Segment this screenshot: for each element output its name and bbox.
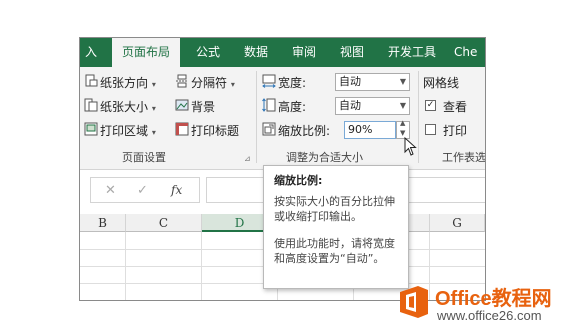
tab-formulas[interactable]: 公式 bbox=[188, 38, 228, 67]
background-icon bbox=[175, 99, 189, 111]
checkmark-icon: ✓ bbox=[426, 100, 435, 110]
width-value: 自动 bbox=[339, 75, 361, 88]
tab-data[interactable]: 数据 bbox=[236, 38, 276, 67]
gridlines-label: 网格线 bbox=[423, 76, 460, 90]
gridlines-view-checkbox[interactable]: ✓ bbox=[425, 100, 436, 111]
tab-review[interactable]: 审阅 bbox=[284, 38, 324, 67]
page-setup-group-label: 页面设置 bbox=[122, 151, 166, 164]
sheet-options-group-label: 工作表选 bbox=[442, 151, 486, 164]
watermark: Office教程网 www.office26.com bbox=[393, 280, 562, 330]
column-header-c[interactable]: C bbox=[126, 214, 202, 232]
orientation-button[interactable]: 纸张方向 ▾ bbox=[100, 74, 156, 91]
grid-col-line bbox=[125, 232, 126, 300]
chevron-down-icon: ▾ bbox=[230, 80, 235, 89]
spin-up-icon[interactable]: ▲ bbox=[400, 119, 405, 127]
width-label: 宽度: bbox=[278, 76, 307, 90]
ribbon: 纸张方向 ▾ 分隔符 ▾ 纸张大小 ▾ 背景 打印区域 ▾ 打印标题 页面设置 bbox=[80, 67, 485, 170]
size-button[interactable]: 纸张大小 ▾ bbox=[100, 98, 156, 115]
gridlines-view-label: 查看 bbox=[443, 100, 468, 114]
tab-view[interactable]: 视图 bbox=[332, 38, 372, 67]
chevron-down-icon: ▼ bbox=[399, 101, 406, 110]
scale-to-fit-group-label: 调整为合适大小 bbox=[286, 151, 363, 164]
watermark-brand: Office教程网 bbox=[435, 288, 552, 310]
size-label: 纸张大小 bbox=[100, 100, 149, 114]
orientation-label: 纸张方向 bbox=[100, 76, 149, 90]
print-titles-icon bbox=[175, 122, 189, 136]
insert-function-button[interactable]: fx bbox=[171, 183, 182, 197]
breaks-icon bbox=[176, 74, 188, 88]
tooltip-description: 按实际大小的百分比拉伸或收缩打印输出。 bbox=[274, 195, 395, 223]
breaks-label: 分隔符 bbox=[191, 76, 228, 90]
column-header-g[interactable]: G bbox=[430, 214, 485, 232]
height-icon bbox=[262, 98, 276, 112]
scale-label: 缩放比例: bbox=[278, 124, 331, 138]
size-icon bbox=[84, 98, 98, 112]
print-area-button[interactable]: 打印区域 ▾ bbox=[100, 122, 156, 139]
tab-developer[interactable]: 开发工具 bbox=[380, 38, 444, 67]
height-label: 高度: bbox=[278, 100, 307, 114]
office-logo-icon bbox=[400, 286, 428, 318]
orientation-icon bbox=[85, 74, 98, 87]
mouse-cursor-icon bbox=[404, 137, 417, 156]
width-select[interactable]: 自动 ▼ bbox=[335, 73, 410, 91]
height-select[interactable]: 自动 ▼ bbox=[335, 97, 410, 115]
group-separator bbox=[256, 71, 257, 163]
tooltip-usage-note: 使用此功能时，请将宽度和高度设置为“自动”。 bbox=[274, 237, 395, 265]
chevron-down-icon: ▾ bbox=[151, 80, 156, 89]
background-button[interactable]: 背景 bbox=[191, 98, 215, 115]
cancel-icon[interactable]: ✕ bbox=[105, 183, 116, 198]
tooltip-title: 缩放比例: bbox=[274, 174, 323, 187]
column-header-b[interactable]: B bbox=[80, 214, 126, 232]
chevron-down-icon: ▾ bbox=[151, 104, 156, 113]
grid-col-line bbox=[201, 232, 202, 300]
spin-down-icon[interactable]: ▼ bbox=[400, 129, 405, 137]
gridlines-print-label: 打印 bbox=[443, 124, 468, 138]
formula-buttons: ✕ ✓ fx bbox=[90, 177, 200, 203]
scale-tooltip: 缩放比例: 按实际大小的百分比拉伸或收缩打印输出。 使用此功能时，请将宽度和高度… bbox=[263, 165, 409, 289]
watermark-url: www.office26.com bbox=[437, 308, 542, 323]
height-value: 自动 bbox=[339, 99, 361, 112]
ribbon-tab-bar: 入 页面布局 公式 数据 审阅 视图 开发工具 Che bbox=[80, 38, 485, 68]
tab-page-layout[interactable]: 页面布局 bbox=[112, 38, 180, 68]
scale-icon bbox=[262, 122, 276, 136]
tab-che[interactable]: Che bbox=[454, 38, 485, 67]
gridlines-print-checkbox[interactable] bbox=[425, 124, 436, 135]
scale-input[interactable]: 90% bbox=[344, 121, 396, 139]
print-titles-button[interactable]: 打印标题 bbox=[191, 122, 239, 139]
width-icon bbox=[262, 74, 276, 88]
breaks-button[interactable]: 分隔符 ▾ bbox=[191, 74, 235, 91]
chevron-down-icon: ▼ bbox=[399, 77, 406, 86]
tab-insert[interactable]: 入 bbox=[80, 38, 102, 67]
enter-icon[interactable]: ✓ bbox=[137, 183, 148, 198]
print-area-icon bbox=[84, 122, 98, 136]
print-area-label: 打印区域 bbox=[100, 124, 149, 138]
dialog-launcher-icon[interactable]: ⊿ bbox=[244, 154, 251, 163]
chevron-down-icon: ▾ bbox=[151, 128, 156, 137]
group-separator bbox=[418, 71, 419, 163]
